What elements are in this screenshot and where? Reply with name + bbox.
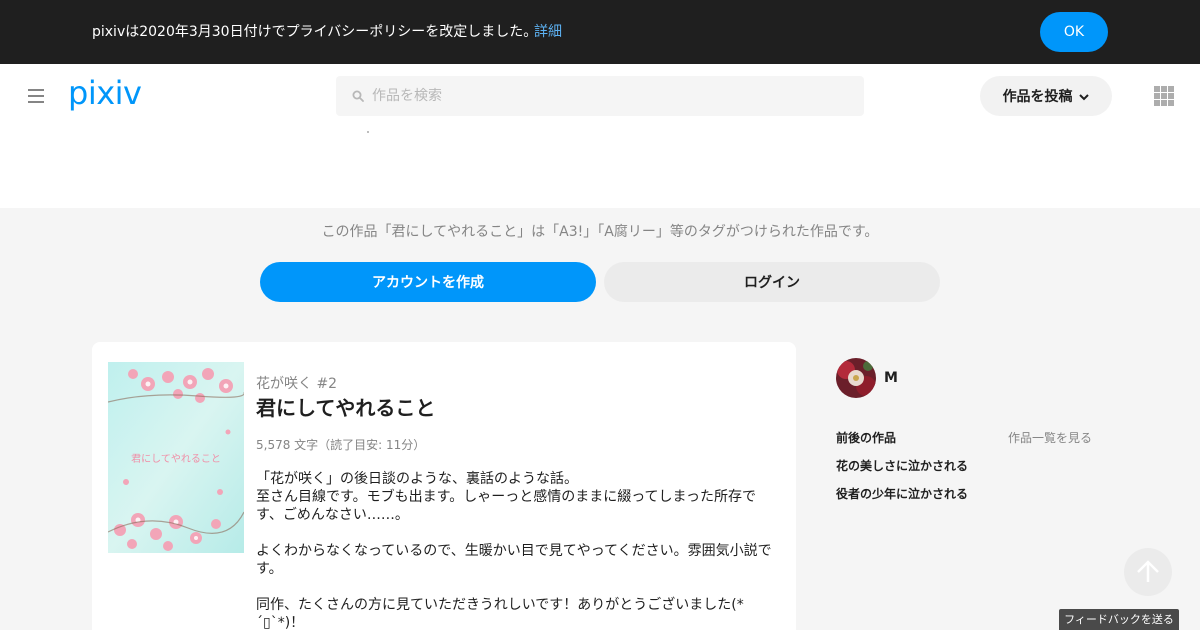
login-button[interactable]: ログイン bbox=[604, 262, 940, 302]
description-line-2: 至さん目線です。モブも出ます。しゃーっと感情のままに綴ってしまった所存です、ごめ… bbox=[256, 489, 756, 523]
tag-section: この作品「君にしてやれること」は「A3!」「A腐リー」等のタグがつけられた作品で… bbox=[0, 208, 1200, 318]
privacy-details-link[interactable]: 詳細 bbox=[534, 22, 562, 42]
search-input[interactable] bbox=[372, 76, 852, 116]
apps-grid-icon[interactable] bbox=[1154, 86, 1174, 106]
post-work-label: 作品を投稿 bbox=[1002, 89, 1073, 105]
notice-ok-button[interactable]: OK bbox=[1040, 12, 1108, 52]
series-link[interactable]: 花が咲く #2 bbox=[256, 374, 337, 394]
privacy-notice-bar: pixivは2020年3月30日付けでプライバシーポリシーを改定しました。 詳細… bbox=[0, 0, 1200, 64]
chevron-down-icon bbox=[1079, 94, 1090, 101]
description-line-3: よくわからなくなっているので、生暖かい目で見てやってください。雰囲気小説です。 bbox=[256, 543, 772, 577]
novel-cover-image[interactable]: 君にしてやれること bbox=[108, 362, 244, 553]
description-line-1: 「花が咲く」の後日談のような、裏話のような話。 bbox=[256, 471, 578, 487]
author-avatar[interactable] bbox=[836, 358, 876, 398]
work-title: 君にしてやれること bbox=[256, 396, 436, 420]
privacy-notice-text: pixivは2020年3月30日付けでプライバシーポリシーを改定しました。 bbox=[92, 24, 538, 40]
scroll-to-top-button[interactable] bbox=[1124, 548, 1172, 596]
search-icon bbox=[352, 90, 364, 102]
site-header: pixiv 作品を投稿 bbox=[0, 64, 1200, 208]
divider-dot bbox=[367, 131, 369, 133]
adjacent-works-heading: 前後の作品 bbox=[836, 431, 897, 445]
feedback-button[interactable]: フィードバックを送る bbox=[1059, 609, 1179, 630]
cover-caption: 君にしてやれること bbox=[131, 454, 221, 465]
hamburger-menu-icon[interactable] bbox=[28, 89, 44, 103]
author-name[interactable]: M bbox=[884, 369, 898, 387]
pixiv-logo[interactable]: pixiv bbox=[68, 74, 142, 112]
description-line-4: 同作、たくさんの方に見ていただきうれしいです！ありがとうございました(*´▯`*… bbox=[256, 597, 744, 630]
create-account-button[interactable]: アカウントを作成 bbox=[260, 262, 596, 302]
search-box bbox=[336, 76, 864, 116]
adjacent-work-link[interactable]: 花の美しさに泣かされる bbox=[836, 458, 968, 474]
arrow-up-icon bbox=[1137, 560, 1159, 582]
post-work-button[interactable]: 作品を投稿 bbox=[980, 76, 1112, 116]
work-meta: 5,578 文字（読了目安: 11分） bbox=[256, 438, 426, 452]
tag-description: この作品「君にしてやれること」は「A3!」「A腐リー」等のタグがつけられた作品で… bbox=[321, 224, 879, 240]
view-all-works-link[interactable]: 作品一覧を見る bbox=[1008, 430, 1092, 446]
adjacent-work-link[interactable]: 役者の少年に泣かされる bbox=[836, 486, 968, 502]
